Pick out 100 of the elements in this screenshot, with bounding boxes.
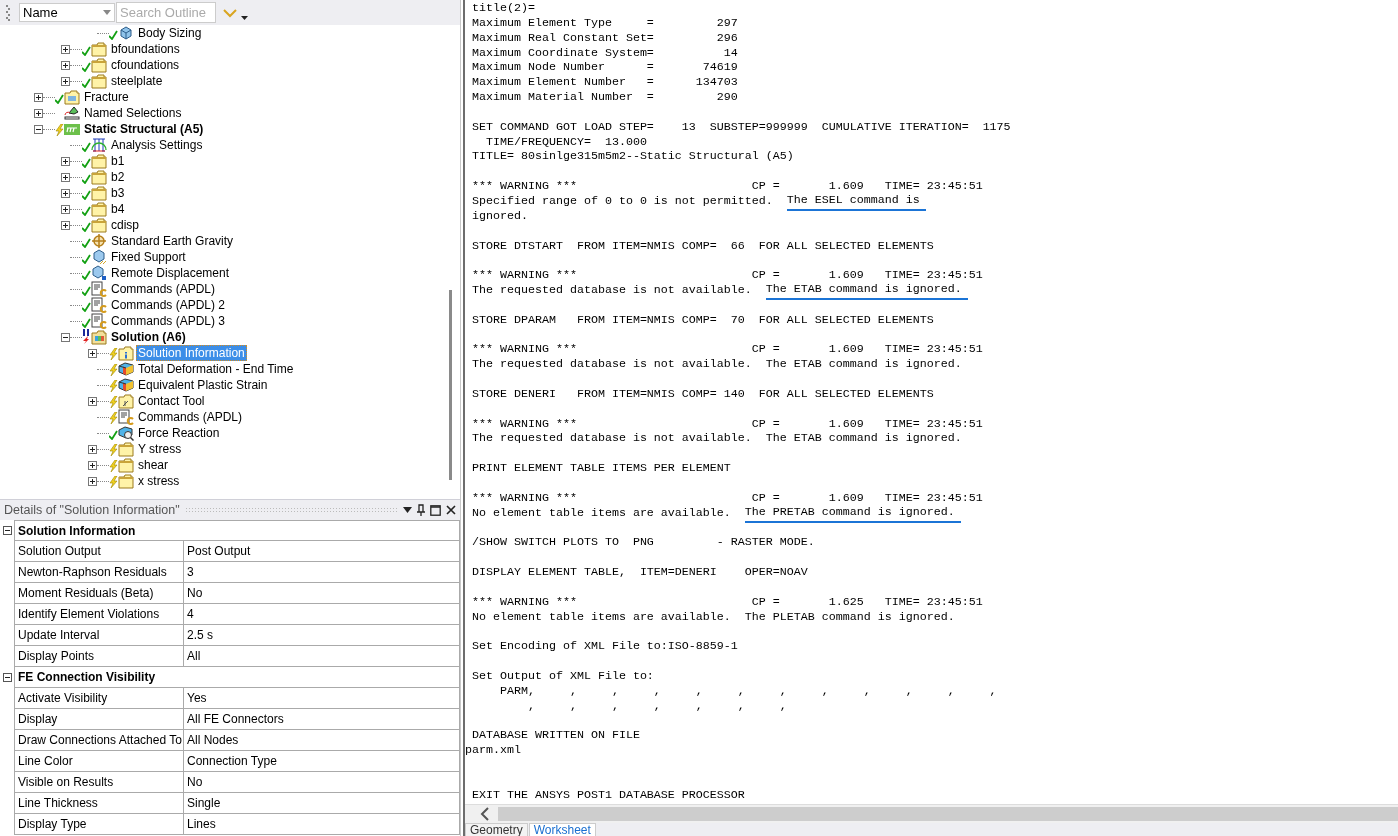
collapse-icon[interactable] — [2, 526, 12, 535]
caret-icon — [103, 10, 111, 15]
panel-title: Details of "Solution Information" — [4, 503, 180, 517]
expand-icon[interactable] — [88, 476, 97, 486]
tree-item[interactable]: cfoundations — [109, 57, 182, 73]
expand-icon[interactable] — [34, 108, 43, 118]
pin-icon[interactable] — [417, 504, 425, 516]
scrollbar-thumb[interactable] — [498, 807, 1398, 821]
tree-item[interactable]: Analysis Settings — [109, 137, 205, 153]
tree-item[interactable]: Equivalent Plastic Strain — [136, 377, 270, 393]
tree-item[interactable]: Solution (A6) — [109, 329, 188, 345]
property-value[interactable]: 2.5 s — [184, 625, 460, 646]
tree-item[interactable]: Standard Earth Gravity — [109, 233, 236, 249]
tree-item[interactable]: b3 — [109, 185, 127, 201]
log-line: SET COMMAND GOT LOAD STEP= 13 SUBSTEP=999999 CUMULATIVE ITERATION= 1175 — [472, 119, 1011, 135]
section-header[interactable]: FE Connection Visibility — [14, 667, 460, 688]
log-line: *** WARNING *** CP = 1.625 TIME= 23:45:51 — [472, 594, 983, 610]
expand-icon[interactable] — [88, 396, 97, 406]
folder-icon — [64, 89, 80, 105]
property-value[interactable]: Connection Type — [184, 751, 460, 772]
tree-item[interactable]: Commands (APDL) 3 — [109, 313, 228, 329]
tree-item[interactable]: Commands (APDL) 2 — [109, 297, 228, 313]
log-line: /SHOW SWITCH PLOTS TO PNG - RASTER MODE. — [472, 535, 815, 551]
property-name: Display — [14, 709, 184, 730]
tree-item[interactable]: cdisp — [109, 217, 141, 233]
color-cube-icon — [118, 377, 134, 393]
log-line: The requested database is not available. — [472, 283, 752, 298]
tree-item[interactable]: Fixed Support — [109, 249, 188, 265]
log-line: STORE DENERI FROM ITEM=NMIS COMP= 140 FOR ALL SELECTED ELEMENTS — [472, 386, 934, 402]
column-dropdown[interactable]: Name — [19, 3, 115, 22]
expand-icon[interactable] — [88, 460, 97, 470]
tree-item[interactable]: b2 — [109, 169, 127, 185]
tree-item[interactable]: Total Deformation - End Time — [136, 361, 296, 377]
tree-item[interactable]: Contact Tool — [136, 393, 207, 409]
tree-item[interactable]: bfoundations — [109, 41, 182, 57]
tab[interactable]: Worksheet — [528, 823, 596, 836]
expand-icon[interactable] — [61, 60, 70, 70]
tree-item[interactable]: shear — [136, 457, 171, 473]
tree-item[interactable]: b1 — [109, 153, 127, 169]
property-value[interactable]: No — [184, 772, 460, 793]
tree-item[interactable]: Static Structural (A5) — [82, 121, 206, 137]
collapse-icon[interactable] — [34, 124, 43, 134]
tree-item[interactable]: Y stress — [136, 441, 184, 457]
property-value[interactable]: All FE Connectors — [184, 709, 460, 730]
expand-icon[interactable] — [61, 76, 70, 86]
tree-item[interactable]: Named Selections — [82, 105, 184, 121]
property-value[interactable]: No — [184, 583, 460, 604]
tree-item[interactable]: steelplate — [109, 73, 165, 89]
log-line: EXIT THE ANSYS POST1 DATABASE PROCESSOR — [472, 787, 745, 803]
expand-icon[interactable] — [61, 220, 70, 230]
property-value[interactable]: All Nodes — [184, 730, 460, 751]
property-name: Activate Visibility — [14, 688, 184, 709]
collapse-icon[interactable] — [61, 332, 70, 342]
expand-icon[interactable] — [61, 188, 70, 198]
property-value[interactable]: Yes — [184, 688, 460, 709]
search-field[interactable]: Search Outline — [116, 2, 216, 23]
expand-icon[interactable] — [88, 444, 97, 454]
folder-icon — [91, 153, 107, 169]
expand-icon[interactable] — [61, 156, 70, 166]
caret-icon[interactable] — [403, 507, 412, 513]
section-header[interactable]: Solution Information — [14, 520, 460, 541]
close-icon[interactable] — [446, 505, 456, 515]
tree-item[interactable]: Remote Displacement — [109, 265, 232, 281]
property-value[interactable]: Lines — [184, 814, 460, 835]
property-name: Line Color — [14, 751, 184, 772]
tree-item[interactable]: Body Sizing — [136, 25, 204, 41]
tree-item[interactable]: x stress — [136, 473, 182, 489]
log-line: No element table items are available. — [472, 505, 731, 521]
collapse-icon[interactable] — [2, 673, 12, 682]
tree-item[interactable]: Force Reaction — [136, 425, 222, 441]
tree-item[interactable]: b4 — [109, 201, 127, 217]
cube-icon — [118, 25, 134, 41]
property-name: Update Interval — [14, 625, 184, 646]
scrollbar-thumb[interactable] — [449, 290, 452, 480]
expand-icon[interactable] — [61, 44, 70, 54]
scroll-left-icon[interactable] — [480, 807, 490, 821]
tree-item[interactable]: Commands (APDL) — [136, 409, 245, 425]
expand-icon[interactable] — [61, 172, 70, 182]
tab[interactable]: Geometry — [465, 823, 528, 836]
log-line: DATABASE WRITTEN ON FILE — [472, 728, 640, 744]
maximize-icon[interactable] — [430, 504, 441, 516]
property-name: Moment Residuals (Beta) — [14, 583, 184, 604]
property-name: Display Type — [14, 814, 184, 835]
caret-icon[interactable] — [241, 15, 248, 20]
tree-item[interactable]: Commands (APDL) — [109, 281, 218, 297]
color-cube-icon — [118, 361, 134, 377]
expand-icon[interactable] — [34, 92, 43, 102]
property-value[interactable]: 4 — [184, 604, 460, 625]
expand-icon[interactable] — [61, 204, 70, 214]
tree-item[interactable]: Fracture — [82, 89, 131, 105]
expand-icon[interactable] — [88, 348, 97, 358]
property-name: Display Points — [14, 646, 184, 667]
grip-icon — [6, 4, 10, 21]
log-line: TIME/FREQUENCY= 13.000 — [485, 134, 647, 150]
property-value[interactable]: 3 — [184, 562, 460, 583]
log-line: *** WARNING *** CP = 1.609 TIME= 23:45:51 — [472, 416, 983, 432]
property-value[interactable]: Post Output — [184, 541, 460, 562]
log-line: Maximum Coordinate System= 14 — [472, 45, 738, 61]
property-value[interactable]: All — [184, 646, 460, 667]
property-value[interactable]: Single — [184, 793, 460, 814]
